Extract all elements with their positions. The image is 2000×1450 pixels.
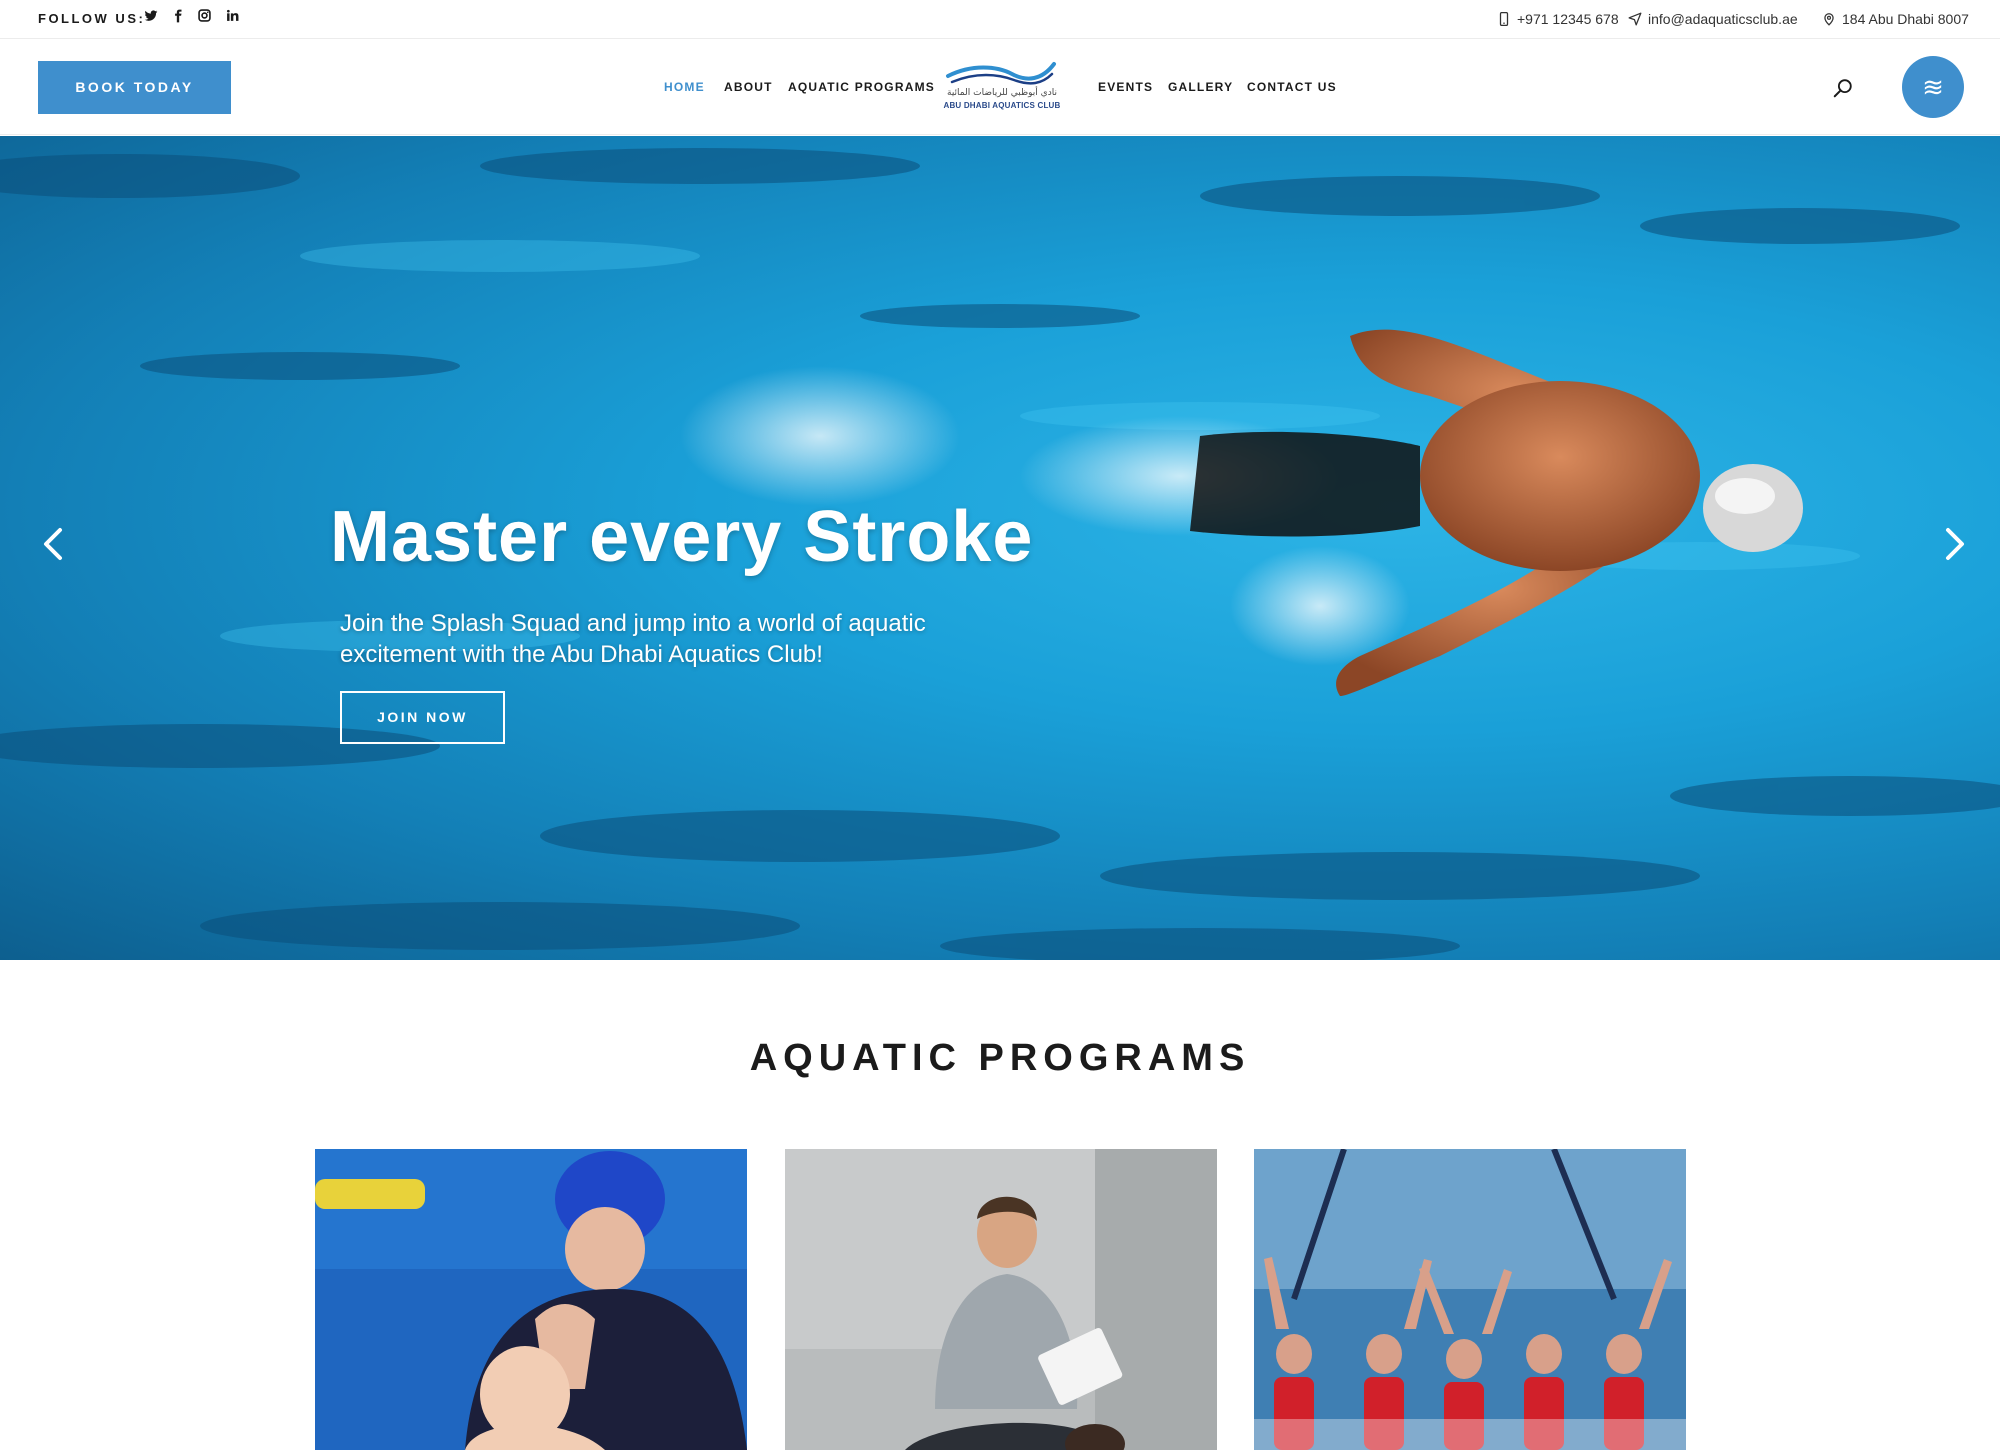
logo-waves-icon [946,62,1056,85]
join-now-button[interactable]: JOIN NOW [340,691,505,744]
hero-slider: Master every Stroke Join the Splash Squa… [0,136,2000,960]
mother-baby-swim-image [315,1149,747,1450]
phone-number: +971 12345 678 [1517,11,1619,27]
menu-toggle-button[interactable]: ≋ [1902,56,1964,118]
instagram-icon[interactable] [196,9,212,25]
linkedin-icon[interactable] [224,9,240,25]
nav-aquatic-programs[interactable]: AQUATIC PROGRAMS [788,80,935,94]
hero-subtitle: Join the Splash Squad and jump into a wo… [340,610,926,668]
send-icon [1628,12,1642,26]
synchronized-swimmers-image [1254,1149,1686,1450]
club-logo[interactable]: نادي أبوظبي للرياضات المائية ABU DHABI A… [942,58,1062,120]
nav-about[interactable]: ABOUT [724,80,773,94]
program-card-baby-swim[interactable] [315,1149,747,1450]
next-slide-arrow-icon[interactable] [1940,524,1970,564]
waves-menu-icon: ≋ [1922,72,1944,102]
phone-icon [1499,12,1509,26]
facebook-icon[interactable] [170,9,186,25]
follow-us-label: FOLLOW US: [38,11,146,26]
email-address: info@adaquaticsclub.ae [1648,11,1798,27]
twitter-icon[interactable] [143,9,159,25]
search-icon[interactable] [1832,77,1854,99]
prev-slide-arrow-icon[interactable] [38,524,68,564]
address-text: 184 Abu Dhabi 8007 [1842,11,1969,27]
book-today-button[interactable]: BOOK TODAY [38,61,231,114]
email-contact[interactable]: info@adaquaticsclub.ae [1628,11,1798,27]
program-card-coaching[interactable] [785,1149,1217,1450]
hero-title: Master every Stroke [330,497,1034,577]
nav-events[interactable]: EVENTS [1098,80,1153,94]
program-card-artistic-swimming[interactable] [1254,1149,1686,1450]
top-bar: FOLLOW US: +971 12345 678 info@adaquatic… [0,0,2000,39]
nav-gallery[interactable]: GALLERY [1168,80,1233,94]
phone-contact[interactable]: +971 12345 678 [1497,11,1619,27]
logo-english-text: ABU DHABI AQUATICS CLUB [943,101,1061,110]
logo-arabic-text: نادي أبوظبي للرياضات المائية [947,88,1057,98]
nav-home[interactable]: HOME [664,80,705,94]
address-contact[interactable]: 184 Abu Dhabi 8007 [1822,11,1969,27]
main-header: BOOK TODAY HOME ABOUT AQUATIC PROGRAMS ن… [0,40,2000,135]
nav-contact-us[interactable]: CONTACT US [1247,80,1337,94]
programs-section-title: AQUATIC PROGRAMS [749,1037,1251,1079]
coach-clipboard-image [785,1149,1217,1450]
map-pin-icon [1824,13,1834,26]
